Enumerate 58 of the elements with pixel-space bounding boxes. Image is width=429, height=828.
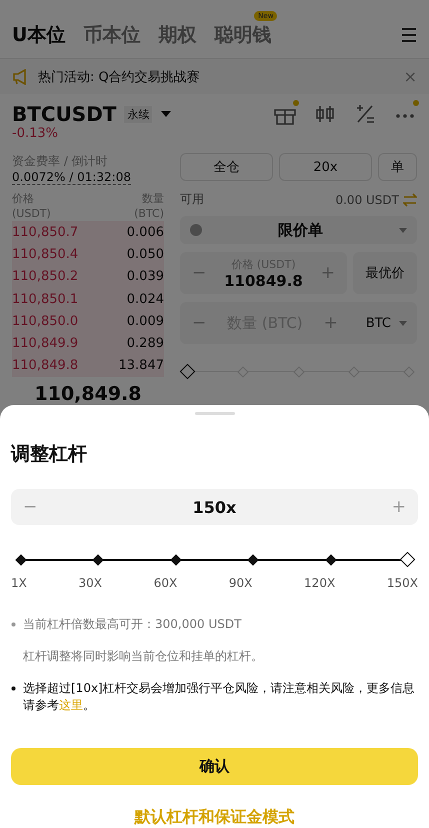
ask-quantity: 0.024 — [126, 292, 164, 307]
market-tab[interactable]: 期权 — [158, 22, 196, 48]
column-header: 数量 (BTC) — [134, 191, 164, 221]
unit-select[interactable]: BTC — [366, 316, 391, 330]
best-price-button[interactable]: 最优价 — [353, 252, 417, 294]
market-tab[interactable]: U本位 — [12, 22, 66, 48]
margin-mode-button[interactable]: 全仓 — [180, 153, 273, 181]
ask-quantity: 13.847 — [118, 358, 164, 374]
ask-price[interactable]: 110,850.7 — [12, 224, 78, 240]
caret-icon — [399, 228, 407, 232]
last-price: 110,849.8 — [34, 383, 142, 406]
column-header: 价格 (USDT) — [12, 191, 51, 221]
ask-quantity: 0.039 — [126, 269, 164, 284]
leverage-mark-label: 1X — [11, 576, 27, 590]
leverage-slider[interactable] — [13, 551, 416, 570]
default-settings-link[interactable]: 默认杠杆和保证金模式 — [134, 806, 294, 828]
note-text: 选择超过[10x]杠杆交易会增加强行平仓风险，请注意相关风险，更多信息请参考这里。 — [23, 680, 416, 714]
market-tab[interactable]: 聪明钱 — [214, 22, 272, 48]
confirm-button[interactable]: 确认 — [11, 748, 418, 785]
leverage-mark-label: 60X — [154, 576, 178, 590]
ask-price[interactable]: 110,850.0 — [12, 314, 78, 329]
leverage-mark-label: 90X — [228, 576, 252, 590]
position-mode-button[interactable]: 单 — [378, 153, 417, 181]
announcement-text[interactable]: 热门活动: Q合约交易挑战赛 — [38, 68, 396, 86]
available-balance: 0.00 USDT — [335, 192, 399, 206]
price-change: -0.13% — [11, 126, 59, 141]
ask-quantity: 0.009 — [126, 314, 164, 329]
funding-label: 资金费率 / 倒计时 — [12, 153, 109, 170]
info-icon[interactable] — [190, 224, 202, 236]
leverage-mark-label: 30X — [78, 576, 102, 590]
ask-price[interactable]: 110,850.1 — [12, 292, 78, 307]
menu-icon[interactable] — [401, 28, 417, 42]
ask-quantity: 0.289 — [126, 336, 164, 352]
sheet-title: 调整杠杆 — [11, 442, 88, 468]
available-label: 可用 — [180, 191, 204, 208]
caret-icon[interactable] — [160, 110, 172, 118]
caret-icon — [399, 320, 407, 326]
ask-price[interactable]: 110,849.8 — [12, 358, 78, 374]
ask-quantity: 0.006 — [126, 224, 164, 240]
ask-price[interactable]: 110,850.4 — [12, 246, 78, 262]
close-icon[interactable]: × — [404, 67, 417, 86]
leverage-stepper[interactable]: − 150x + — [11, 489, 418, 526]
leverage-mark-label: 120X — [304, 576, 336, 590]
funding-value[interactable]: 0.0072% / 01:32:08 — [12, 170, 131, 185]
market-tab[interactable]: 币本位 — [83, 22, 140, 48]
candlestick-icon[interactable] — [313, 103, 337, 125]
ask-price[interactable]: 110,849.9 — [12, 336, 78, 352]
gift-icon[interactable] — [273, 103, 297, 125]
leverage-mark-label: 150X — [386, 576, 418, 590]
note-text: 杠杆调整将同时影响当前仓位和挂单的杠杆。 — [23, 648, 263, 666]
leverage-button[interactable]: 20x — [279, 153, 372, 181]
here-link[interactable]: 这里 — [59, 698, 83, 712]
contract-tag: 永续 — [124, 106, 152, 122]
note-text: 当前杠杆倍数最高可开：300,000 USDT — [23, 616, 242, 634]
ask-price[interactable]: 110,850.2 — [12, 269, 78, 284]
ask-quantity: 0.050 — [126, 246, 164, 262]
order-type-select[interactable]: 限价单 — [180, 216, 417, 244]
symbol-name[interactable]: BTCUSDT — [12, 102, 116, 126]
